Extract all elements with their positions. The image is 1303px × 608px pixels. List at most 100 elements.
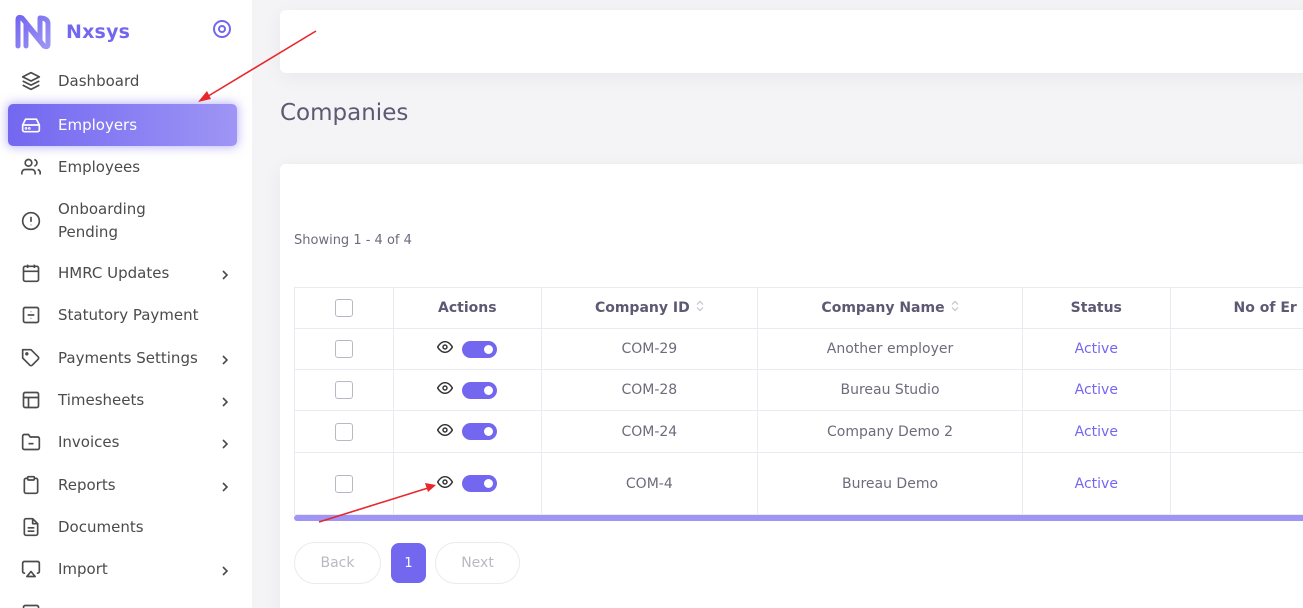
alert-circle-icon [20, 210, 42, 232]
companies-table: Actions Company ID Company Name Status N… [294, 287, 1303, 515]
next-button[interactable]: Next [435, 542, 520, 584]
sidebar-item-timesheets[interactable]: Timesheets [8, 379, 237, 421]
sidebar-item-label: Import [58, 559, 108, 578]
users-icon [20, 156, 42, 178]
table-row[interactable]: COM-4 Bureau Demo Active 4 [294, 452, 1303, 515]
sidebar-item-invoices[interactable]: Invoices [8, 421, 237, 463]
hard-drive-icon [20, 114, 42, 136]
sidebar-item-label: Employers [58, 115, 138, 134]
employee-count: 4 [1169, 452, 1303, 515]
sidebar-item-dashboard[interactable]: Dashboard [8, 60, 237, 102]
row-checkbox[interactable] [334, 340, 353, 358]
tag-icon [20, 347, 42, 369]
table-row[interactable]: COM-24 Company Demo 2 Active [294, 410, 1303, 453]
showing-count: Showing 1 - 4 of 4 [294, 233, 412, 248]
company-name: Bureau Studio [756, 369, 1024, 411]
status-badge: Active [1022, 452, 1171, 515]
sidebar-item-label: Documents [58, 517, 144, 536]
eye-icon[interactable] [437, 340, 454, 357]
active-toggle[interactable] [462, 340, 498, 358]
sidebar-item-statutory-payment[interactable]: Statutory Payment [8, 294, 237, 336]
select-all-cell [294, 287, 394, 329]
brand-name: Nxsys [66, 21, 131, 43]
divide-square-icon [20, 304, 42, 326]
sidebar-item-label: Invoices [58, 432, 120, 451]
eye-icon[interactable] [437, 423, 454, 440]
collapse-sidebar-icon[interactable] [212, 19, 232, 39]
sidebar-item-onboarding-pending[interactable]: Onboarding Pending [8, 196, 237, 246]
sort-icon[interactable] [951, 300, 959, 316]
horizontal-scrollbar[interactable] [294, 515, 1303, 521]
sidebar-item-label: Payments Settings [58, 348, 198, 367]
row-checkbox[interactable] [334, 474, 353, 493]
file-text-icon [20, 516, 42, 538]
sidebar: Nxsys Dashboard Employers Employees Onbo… [0, 0, 252, 608]
chevron-right-icon [219, 267, 231, 280]
layers-icon [20, 70, 42, 92]
row-actions [392, 452, 542, 515]
chevron-right-icon [219, 436, 231, 449]
brand[interactable]: Nxsys [14, 14, 130, 50]
sidebar-item-label: Timesheets [58, 390, 145, 409]
folder-minus-icon [20, 431, 42, 453]
sort-icon[interactable] [696, 300, 704, 316]
table-icon [20, 389, 42, 411]
logo-icon [15, 14, 51, 50]
header-company-id[interactable]: Company ID [540, 287, 758, 329]
employee-count [1169, 328, 1303, 370]
row-select-cell [294, 410, 394, 453]
company-id: COM-24 [540, 410, 758, 453]
chevron-right-icon [219, 352, 231, 365]
sidebar-item-import[interactable]: Import [8, 548, 237, 590]
company-id: COM-4 [540, 452, 758, 515]
chevron-right-icon [219, 563, 231, 576]
page-number-button[interactable]: 1 [391, 543, 426, 583]
status-badge: Active [1022, 328, 1171, 370]
header-no-of-employees: No of Er [1169, 287, 1303, 329]
row-select-cell [294, 328, 394, 370]
company-name: Company Demo 2 [756, 410, 1024, 453]
table-row[interactable]: COM-28 Bureau Studio Active [294, 369, 1303, 411]
page-title: Companies [280, 100, 409, 126]
select-all-checkbox[interactable] [334, 299, 353, 317]
menu-icon [20, 602, 42, 608]
pagination: Back 1 Next [294, 542, 520, 584]
sidebar-item-hmrc-updates[interactable]: HMRC Updates [8, 252, 237, 294]
row-actions [392, 328, 542, 370]
employee-count [1169, 369, 1303, 411]
airplay-icon [20, 558, 42, 580]
sidebar-item-label: Reports [58, 475, 116, 494]
header-label: Company ID [594, 300, 690, 316]
sidebar-item-employees[interactable]: Employees [8, 146, 237, 188]
active-toggle[interactable] [462, 381, 498, 399]
company-id: COM-28 [540, 369, 758, 411]
chevron-right-icon [219, 479, 231, 492]
row-checkbox[interactable] [334, 381, 353, 399]
sidebar-item-label: Statutory Payment [58, 305, 199, 324]
sidebar-item-label: Onboarding Pending [58, 200, 146, 241]
header-label: Company Name [821, 300, 945, 316]
back-button[interactable]: Back [294, 542, 381, 584]
eye-icon[interactable] [437, 475, 454, 492]
company-name: Another employer [756, 328, 1024, 370]
sidebar-item-reports[interactable]: Reports [8, 464, 237, 506]
header-status: Status [1022, 287, 1171, 329]
sidebar-item-label: Dashboard [58, 71, 140, 90]
eye-icon[interactable] [437, 381, 454, 398]
table-row[interactable]: COM-29 Another employer Active [294, 328, 1303, 370]
row-checkbox[interactable] [334, 422, 353, 441]
company-name: Bureau Demo [756, 452, 1024, 515]
row-select-cell [294, 452, 394, 515]
active-toggle[interactable] [462, 423, 498, 440]
sidebar-item-payments-settings[interactable]: Payments Settings [8, 337, 237, 379]
sidebar-item-next-partial[interactable] [8, 592, 237, 608]
sidebar-item-employers[interactable]: Employers [8, 104, 237, 146]
row-actions [392, 369, 542, 411]
active-toggle[interactable] [462, 475, 498, 492]
sidebar-item-label: Employees [58, 157, 141, 176]
header-company-name[interactable]: Company Name [756, 287, 1024, 329]
status-badge: Active [1022, 369, 1171, 411]
calendar-icon [20, 262, 42, 284]
sidebar-item-documents[interactable]: Documents [8, 506, 237, 548]
table-header-row: Actions Company ID Company Name Status N… [294, 287, 1303, 329]
